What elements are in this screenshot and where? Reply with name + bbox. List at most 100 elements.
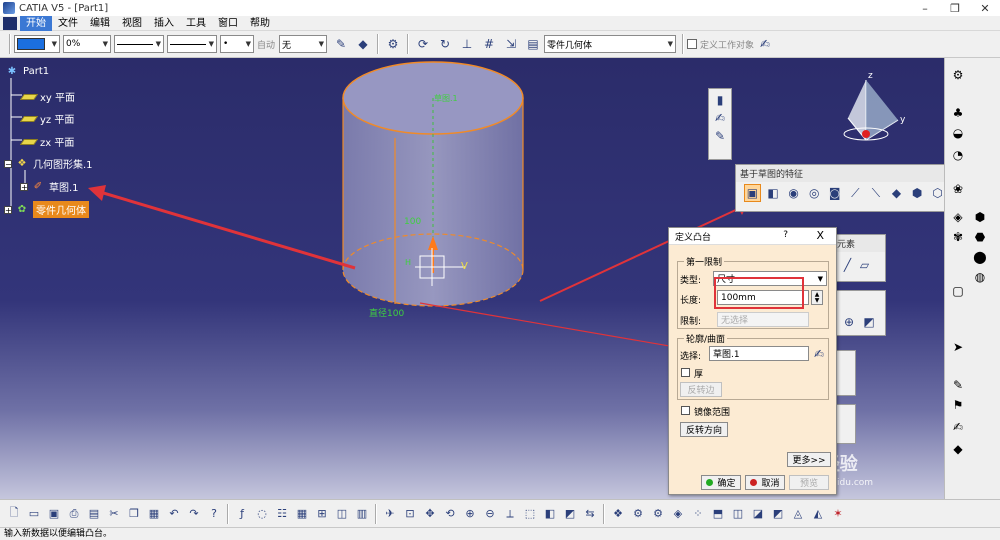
swap-space-icon[interactable]: ⇆ xyxy=(580,505,600,523)
gear-icon[interactable]: ⚙ xyxy=(648,505,668,523)
remove-face-icon[interactable]: ⬣ xyxy=(971,228,989,246)
update-icon[interactable]: ⟳ xyxy=(414,35,432,53)
ok-button[interactable]: 确定 xyxy=(701,475,741,490)
parameters-icon[interactable]: ◫ xyxy=(332,505,352,523)
normal-view-icon[interactable]: ⟂ xyxy=(500,505,520,523)
restore-button[interactable]: ❐ xyxy=(940,0,970,16)
scale-icon[interactable]: ⬒ xyxy=(708,505,728,523)
catia-compass-icon[interactable] xyxy=(3,16,17,30)
axis-system-icon[interactable]: ⊥ xyxy=(458,35,476,53)
boolean-remove-icon[interactable]: ◪ xyxy=(748,505,768,523)
replace-face-icon[interactable]: ⬤ xyxy=(971,248,989,266)
material-icon[interactable]: ◆ xyxy=(949,440,967,458)
target-icon[interactable]: ⊕ xyxy=(841,313,857,331)
open-icon[interactable]: ▭ xyxy=(24,505,44,523)
removed-multi-section-icon[interactable]: ⬡ xyxy=(929,184,944,202)
edit-icon[interactable]: ✍ xyxy=(756,35,774,53)
format-painter-icon[interactable]: ✎ xyxy=(332,35,350,53)
menu-file[interactable]: 文件 xyxy=(52,16,84,31)
law-icon[interactable]: ☷ xyxy=(272,505,292,523)
minimize-button[interactable]: – xyxy=(910,0,940,16)
plane-tool-icon[interactable]: ▱ xyxy=(858,256,871,274)
pan-icon[interactable]: ✥ xyxy=(420,505,440,523)
linetype-combo[interactable]: ▼ xyxy=(114,35,164,53)
copy-icon[interactable]: ❐ xyxy=(124,505,144,523)
slot-icon[interactable]: ⟍ xyxy=(868,184,885,202)
thread-icon[interactable]: ✾ xyxy=(949,228,967,246)
cut-icon[interactable]: ✂ xyxy=(104,505,124,523)
zoom-in-icon[interactable]: ⊕ xyxy=(460,505,480,523)
solid-combine-icon[interactable]: ◆ xyxy=(888,184,905,202)
preview-button[interactable]: 预览 xyxy=(789,475,829,490)
shaft-icon[interactable]: ◉ xyxy=(785,184,802,202)
constraints-tool-icon[interactable]: ⚙ xyxy=(628,505,648,523)
annotation-icon[interactable]: ✎ xyxy=(949,376,967,394)
lineweight-combo[interactable]: ▼ xyxy=(167,35,217,53)
menu-insert[interactable]: 插入 xyxy=(148,16,180,31)
split-icon[interactable]: ◩ xyxy=(768,505,788,523)
formula-icon[interactable]: ƒ xyxy=(232,505,252,523)
close-button[interactable]: ✕ xyxy=(970,0,1000,16)
boolean-add-icon[interactable]: ◫ xyxy=(728,505,748,523)
table-icon[interactable]: ▦ xyxy=(292,505,312,523)
zoom-out-icon[interactable]: ⊖ xyxy=(480,505,500,523)
menu-window[interactable]: 窗口 xyxy=(212,16,244,31)
hole-icon[interactable]: ◙ xyxy=(826,184,843,202)
fillet-icon[interactable]: ◔ xyxy=(949,146,967,164)
menu-start[interactable]: 开始 xyxy=(20,15,52,31)
fly-icon[interactable]: ✈ xyxy=(380,505,400,523)
intersect-icon[interactable]: ◭ xyxy=(808,505,828,523)
body-combo[interactable]: 零件几何体 ▼ xyxy=(544,35,677,53)
cylinder-body[interactable] xyxy=(342,61,524,307)
paste-icon[interactable]: ▦ xyxy=(144,505,164,523)
3d-text-icon[interactable]: ✍ xyxy=(949,418,967,436)
rotate-icon[interactable]: ⟲ xyxy=(440,505,460,523)
part-design-icon[interactable]: ⚙ xyxy=(384,35,402,53)
line-icon[interactable]: ╱ xyxy=(841,256,854,274)
profile-select-field[interactable]: 草图.1 xyxy=(709,346,809,361)
analysis-tool-icon[interactable]: ◈ xyxy=(668,505,688,523)
rib-icon[interactable]: ⟋ xyxy=(847,184,864,202)
compass-widget[interactable] xyxy=(843,80,899,141)
shading-icon[interactable]: ◧ xyxy=(540,505,560,523)
translate-icon[interactable]: ◍ xyxy=(971,268,989,286)
scan-icon[interactable]: ▤ xyxy=(84,505,104,523)
constraints-icon[interactable]: ♣ xyxy=(949,104,967,122)
sketch-edit-icon[interactable]: ✍ xyxy=(810,345,828,363)
groove-icon[interactable]: ◎ xyxy=(806,184,823,202)
menu-tools[interactable]: 工具 xyxy=(180,16,212,31)
manual-update-icon[interactable]: ↻ xyxy=(436,35,454,53)
pattern-icon[interactable]: ⁘ xyxy=(688,505,708,523)
shell-icon[interactable]: ◈ xyxy=(949,208,967,226)
mirror-extent-checkbox[interactable] xyxy=(681,406,690,415)
dialog-close-button[interactable]: X xyxy=(816,229,824,242)
insert-body-icon[interactable]: ▤ xyxy=(524,35,542,53)
redo-icon[interactable]: ↷ xyxy=(184,505,204,523)
thickness-icon[interactable]: ⬢ xyxy=(971,208,989,226)
dress-up-icon[interactable]: ◒ xyxy=(949,124,967,142)
measure-icon[interactable]: # xyxy=(480,35,498,53)
color-combo[interactable]: ▼ xyxy=(14,35,60,53)
thick-checkbox[interactable] xyxy=(681,368,690,377)
sketcher-icon[interactable]: ✍ xyxy=(711,109,729,127)
pad-icon[interactable]: ▣ xyxy=(744,184,761,202)
flag-note-icon[interactable]: ⚑ xyxy=(949,396,967,414)
trim-icon[interactable]: ◬ xyxy=(788,505,808,523)
menu-view[interactable]: 视图 xyxy=(116,16,148,31)
save-icon[interactable]: ▣ xyxy=(44,505,64,523)
menu-help[interactable]: 帮助 xyxy=(244,16,276,31)
whats-this-icon[interactable]: ? xyxy=(204,505,224,523)
point-symbol-combo[interactable]: • ▼ xyxy=(220,35,254,53)
relations-icon[interactable]: ▥ xyxy=(352,505,372,523)
layer-combo[interactable]: 无 ▼ xyxy=(279,35,328,53)
fit-all-icon[interactable]: ⊡ xyxy=(400,505,420,523)
sketcher-workbench-icon[interactable]: ⚙ xyxy=(949,66,967,84)
reverse-direction-button[interactable]: 反转方向 xyxy=(680,422,728,437)
knowledge-icon[interactable]: ◌ xyxy=(252,505,272,523)
pocket-icon[interactable]: ◧ xyxy=(765,184,782,202)
multi-section-icon[interactable]: ⬢ xyxy=(909,184,926,202)
mirror-icon[interactable]: ▢ xyxy=(949,282,967,300)
catalog-icon[interactable]: ⊞ xyxy=(312,505,332,523)
define-work-object-checkbox[interactable] xyxy=(687,39,698,49)
select-arrow-icon[interactable]: ➤ xyxy=(949,338,967,356)
